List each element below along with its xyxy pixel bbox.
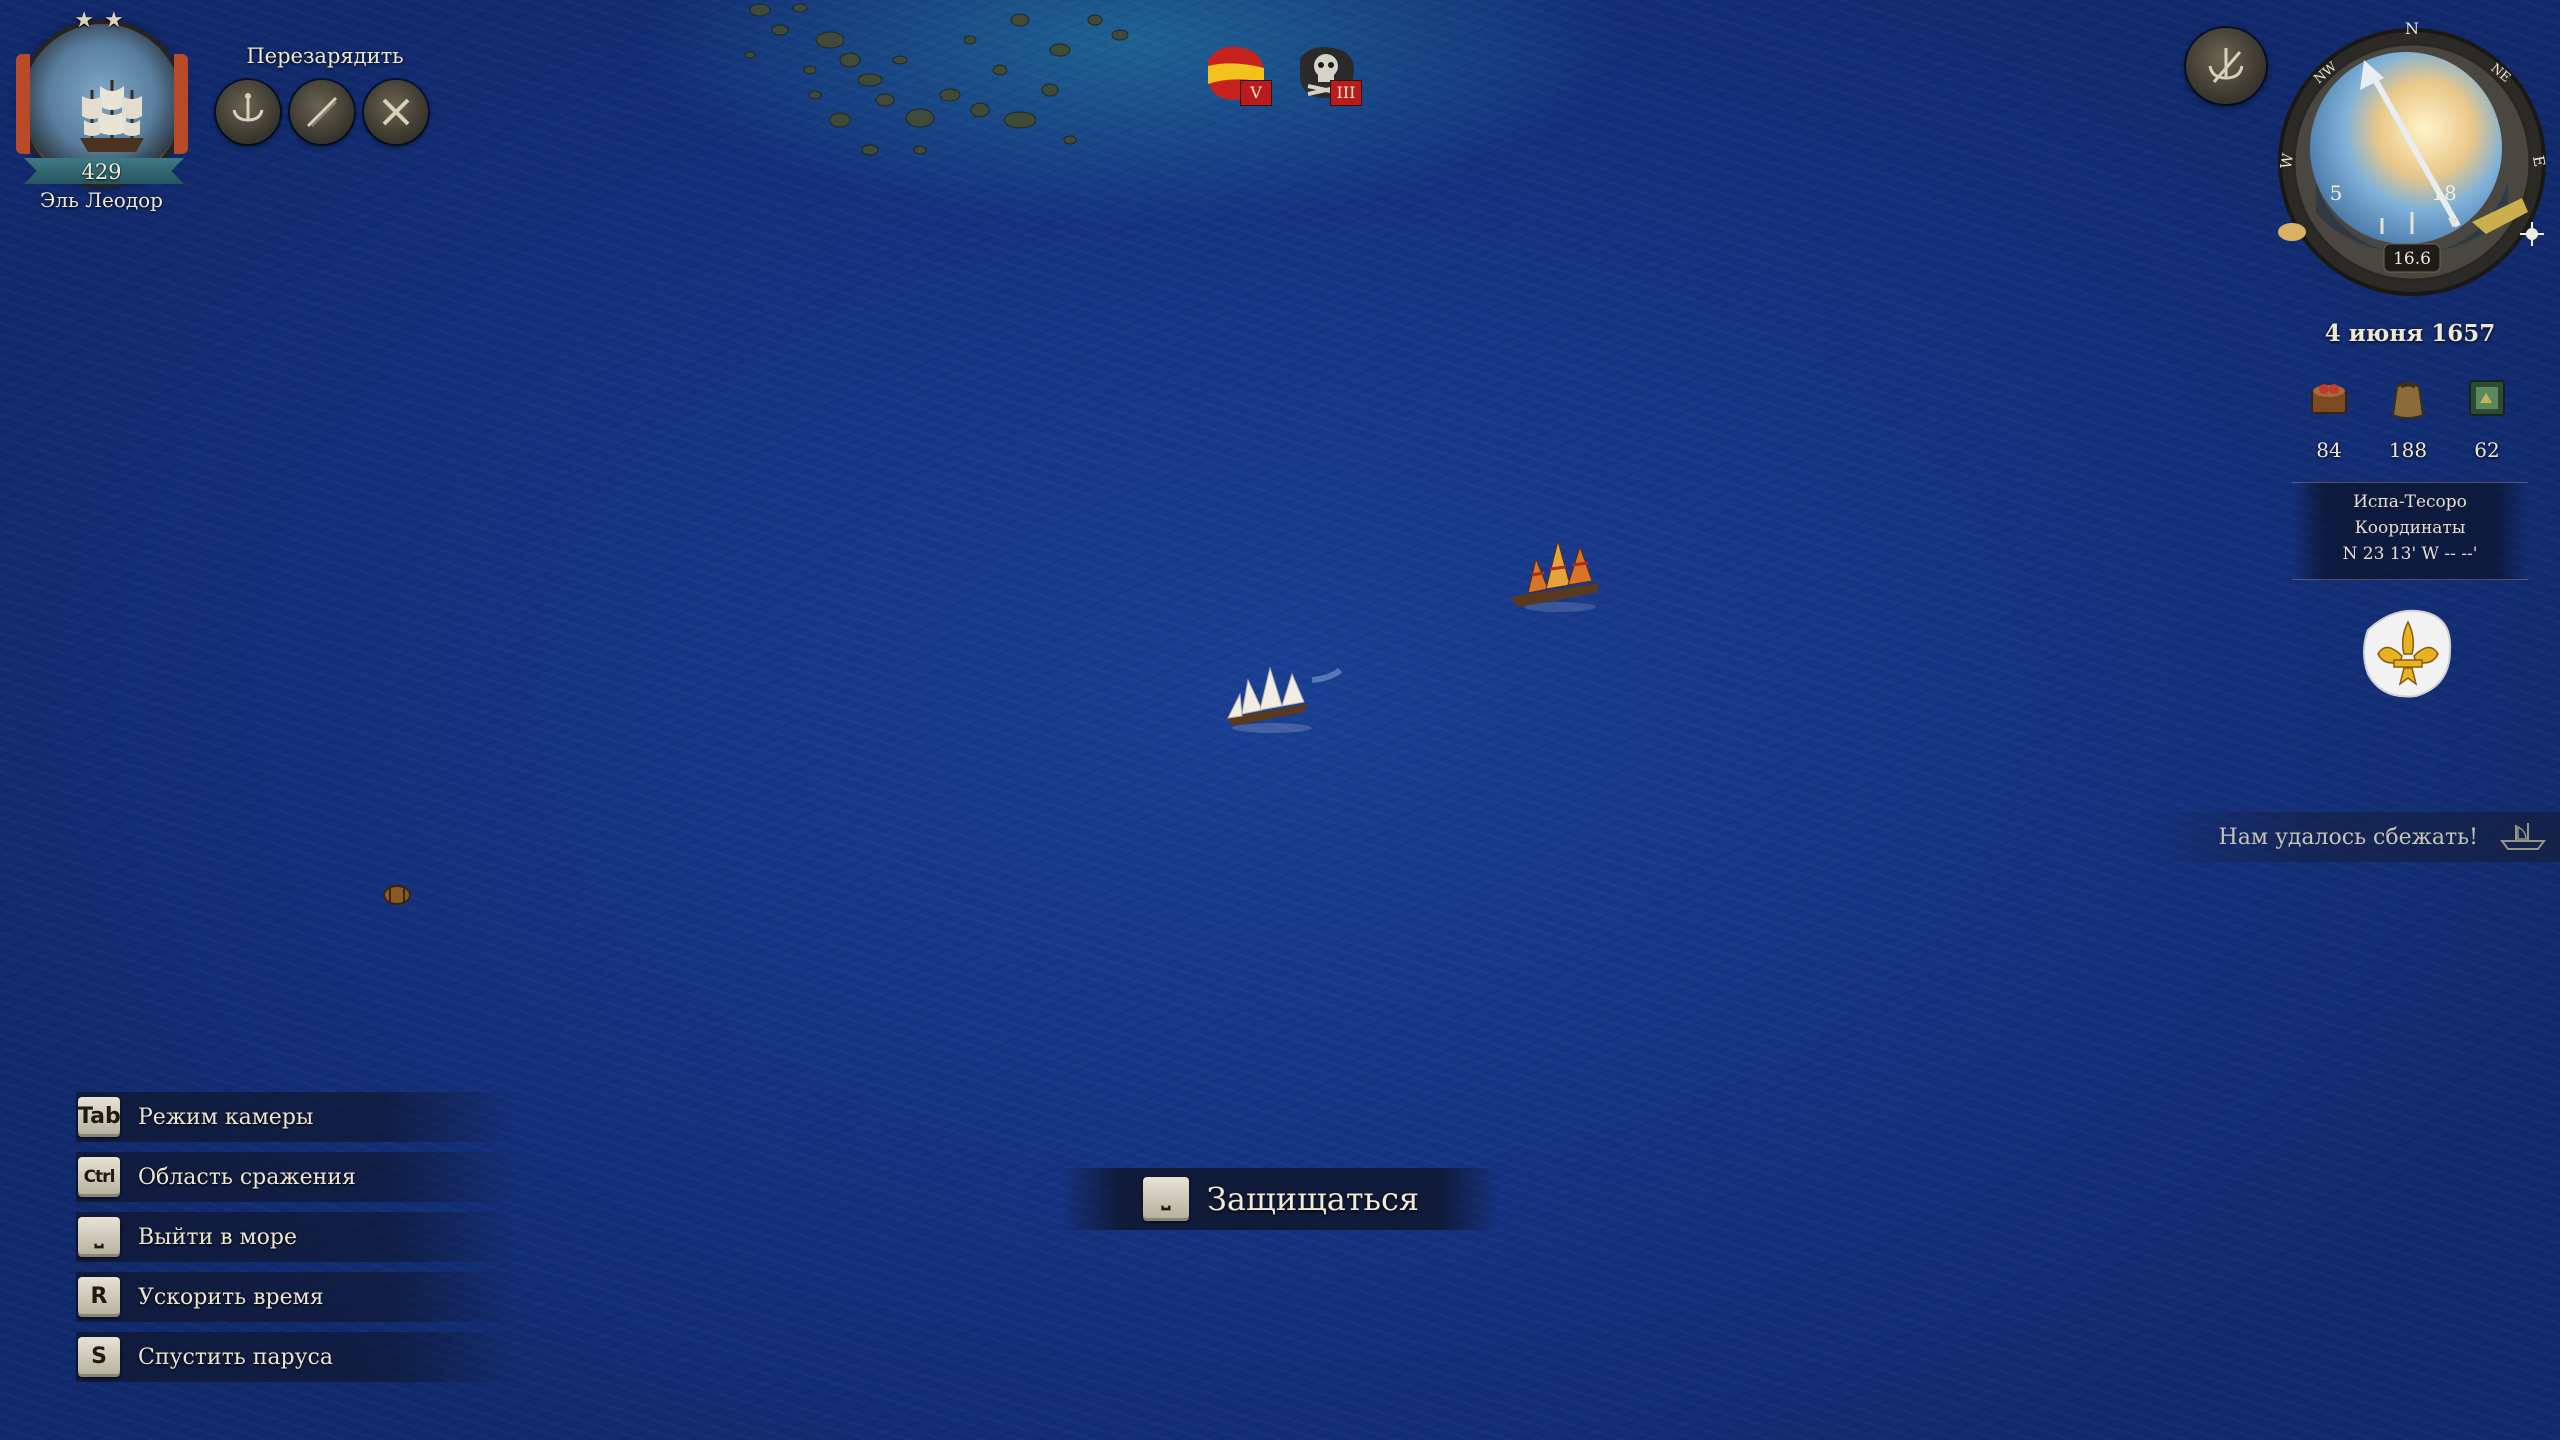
reload-title: Перезарядить (246, 44, 404, 68)
location-name: Испа-Тесоро (2353, 492, 2467, 512)
hint-label: Ускорить время (138, 1284, 324, 1310)
chain-shot-icon (306, 96, 338, 128)
floating-barrel[interactable] (380, 880, 414, 910)
ship-speed: 16.6 (2393, 249, 2431, 269)
food-crate-icon (2311, 384, 2347, 414)
game-date: 4 июня 1657 (2324, 320, 2496, 347)
pirate-relation-rank: III (1330, 80, 1362, 106)
ctrl-key-icon: Ctrl (78, 1157, 120, 1197)
notification-text: Нам удалось сбежать! (2218, 824, 2478, 850)
sea-scene[interactable]: ★★ 429 Эль Леодор Перезарядить V III N N… (0, 0, 2560, 1440)
hint-speed-time[interactable]: R Ускорить время (76, 1272, 516, 1322)
location-panel: Испа-Тесоро Координаты N 23 13' W -- --' (2292, 482, 2528, 580)
hint-go-to-sea[interactable]: ⎵ Выйти в море (76, 1212, 516, 1262)
supplies-sack-icon (2391, 382, 2425, 419)
hint-camera-mode[interactable]: Tab Режим камеры (76, 1092, 516, 1142)
hint-label: Выйти в море (138, 1224, 298, 1250)
s-key-icon: S (78, 1337, 120, 1377)
defend-button[interactable]: ⎵ Защищаться (1060, 1168, 1500, 1230)
grapeshot-button[interactable] (216, 80, 280, 144)
captain-name: Эль Леодор (40, 188, 163, 212)
escape-notification: Нам удалось сбежать! (2140, 812, 2560, 862)
food-resource[interactable]: 84 (2294, 372, 2364, 462)
tab-key-icon: Tab (78, 1097, 121, 1137)
islands-group (744, 3, 1129, 156)
hint-label: Режим камеры (138, 1104, 314, 1130)
anchor-button[interactable] (2186, 28, 2266, 104)
cannonball-button[interactable] (364, 80, 428, 144)
reload-panel: Перезарядить (210, 44, 450, 154)
food-count: 84 (2316, 438, 2342, 462)
key-hints-list: Tab Режим камеры Ctrl Область сражения ⎵… (76, 1092, 516, 1392)
space-key-icon: ⎵ (78, 1217, 120, 1257)
chain-shot-button[interactable] (290, 80, 354, 144)
cloud-weather-icon (2278, 223, 2306, 241)
captain-level: 429 (81, 160, 122, 184)
compass-north: N (2405, 19, 2419, 38)
r-key-icon: R (78, 1277, 120, 1317)
grapeshot-icon (232, 93, 264, 122)
hint-label: Спустить паруса (138, 1344, 333, 1370)
supplies-count: 188 (2388, 438, 2428, 462)
wind-speed-right: 18 (2431, 181, 2456, 205)
anchor-icon (2208, 48, 2244, 83)
spain-nation-badge[interactable]: V (1202, 38, 1274, 110)
captain-panel[interactable]: ★★ 429 Эль Леодор (14, 8, 189, 212)
hint-label: Область сражения (138, 1164, 356, 1190)
coordinates-label: Координаты (2354, 518, 2466, 538)
space-key-icon: ⎵ (1142, 1177, 1189, 1221)
hint-battle-area[interactable]: Ctrl Область сражения (76, 1152, 516, 1202)
ship-notification-icon (2500, 823, 2546, 850)
coordinates-value: N 23 13' W -- --' (2342, 544, 2478, 564)
maps-resource[interactable]: 62 (2452, 372, 2522, 462)
captain-rank-stars: ★★ (74, 8, 134, 33)
compass-widget[interactable]: N NW NE W E 5 18 16.6 (2272, 12, 2552, 312)
wind-speed-left: 5 (2330, 181, 2343, 205)
enemy-pirate-ship[interactable] (1500, 525, 1620, 620)
map-chart-icon (2469, 380, 2505, 416)
fleur-de-lis-icon[interactable] (2354, 600, 2462, 708)
player-ship-icon (80, 80, 144, 152)
pirate-nation-badge[interactable]: III (1292, 38, 1364, 110)
hint-lower-sails[interactable]: S Спустить паруса (76, 1332, 516, 1382)
supplies-resource[interactable]: 188 (2373, 372, 2443, 462)
spain-relation-rank: V (1240, 80, 1272, 106)
player-ship[interactable] (1212, 650, 1342, 740)
defend-label: Защищаться (1206, 1180, 1420, 1218)
maps-count: 62 (2474, 438, 2500, 462)
cannonball-icon (382, 98, 410, 126)
